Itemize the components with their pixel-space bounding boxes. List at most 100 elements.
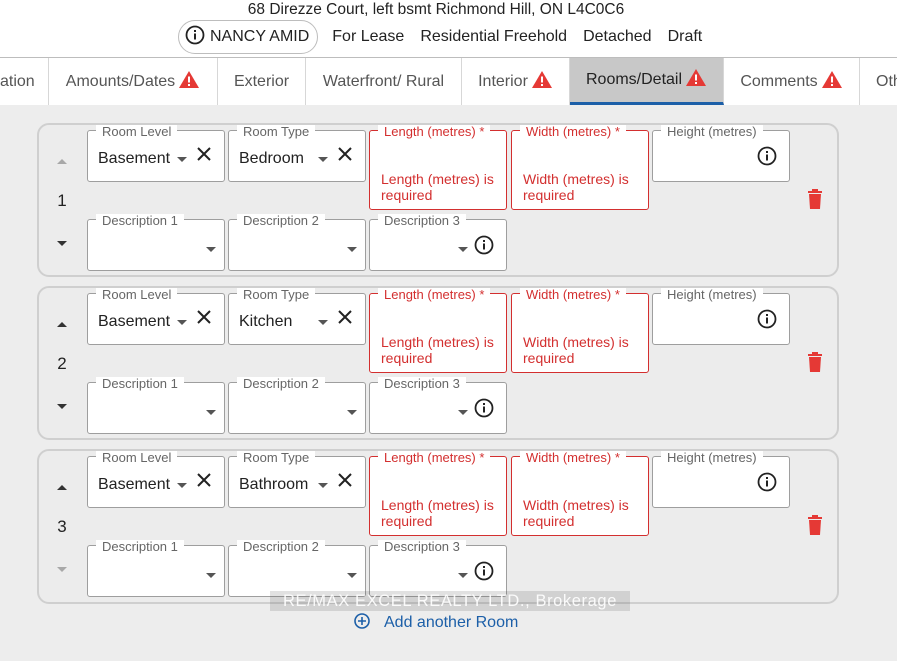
info-icon[interactable]: [757, 472, 777, 497]
width-input[interactable]: Width (metres) * Width (metres) is requi…: [511, 451, 649, 536]
add-room-button[interactable]: Add another Room: [354, 612, 518, 634]
description1-select[interactable]: Description 1: [87, 214, 225, 271]
brokerage-watermark: RE/MAX EXCEL REALTY LTD., Brokerage: [270, 591, 630, 611]
room-level-value: Basement: [98, 313, 171, 330]
clear-icon[interactable]: [337, 472, 353, 493]
info-icon[interactable]: [474, 561, 494, 586]
tab-exterior[interactable]: Exterior: [218, 58, 306, 105]
length-input[interactable]: Length (metres) * Length (metres) is req…: [369, 125, 507, 210]
room-card: 1 Room Level Basement Room Type Bedroom …: [37, 123, 839, 277]
width-input[interactable]: Width (metres) * Width (metres) is requi…: [511, 288, 649, 373]
chevron-down-icon: [458, 573, 468, 578]
move-up-button[interactable]: [51, 479, 73, 495]
tab-waterfront-rural[interactable]: Waterfront/ Rural: [306, 58, 462, 105]
chevron-down-icon: [177, 483, 187, 488]
room-level-value: Basement: [98, 150, 171, 167]
description2-select[interactable]: Description 2: [228, 540, 366, 597]
move-up-button[interactable]: [51, 316, 73, 332]
warning-icon: [821, 70, 843, 94]
section-tabs: ation Amounts/Dates Exterior Waterfront/…: [0, 57, 897, 105]
tab-other[interactable]: Oth: [860, 58, 897, 105]
add-room-label: Add another Room: [384, 614, 519, 631]
delete-icon[interactable]: [807, 189, 823, 214]
description2-select[interactable]: Description 2: [228, 377, 366, 434]
chevron-down-icon: [318, 320, 328, 325]
description1-select[interactable]: Description 1: [87, 377, 225, 434]
room-number: 3: [57, 517, 67, 536]
length-error: Length (metres) is required: [381, 171, 494, 203]
room-number: 1: [57, 191, 67, 210]
chevron-down-icon: [347, 410, 357, 415]
move-down-button[interactable]: [51, 398, 73, 414]
listing-transaction: For Lease: [332, 28, 405, 45]
listing-meta: NANCY AMID For Lease Residential Freehol…: [178, 20, 718, 54]
room-card: 3 Room Level Basement Room Type Bathroom…: [37, 449, 839, 604]
description3-select[interactable]: Description 3: [369, 377, 507, 434]
length-input[interactable]: Length (metres) * Length (metres) is req…: [369, 288, 507, 373]
clear-icon[interactable]: [337, 309, 353, 330]
info-icon[interactable]: [474, 235, 494, 260]
chevron-down-icon: [347, 573, 357, 578]
tab-interior[interactable]: Interior: [462, 58, 570, 105]
warning-icon: [531, 70, 553, 94]
chevron-down-icon: [318, 483, 328, 488]
room-type-value: Kitchen: [239, 313, 293, 330]
chevron-down-icon: [318, 157, 328, 162]
room-level-value: Basement: [98, 476, 171, 493]
width-input[interactable]: Width (metres) * Width (metres) is requi…: [511, 125, 649, 210]
description3-select[interactable]: Description 3: [369, 214, 507, 271]
clear-icon[interactable]: [337, 146, 353, 167]
chevron-down-icon: [177, 157, 187, 162]
delete-icon[interactable]: [807, 352, 823, 377]
clear-icon[interactable]: [196, 146, 212, 167]
length-error: Length (metres) is required: [381, 334, 494, 366]
chevron-down-icon: [206, 247, 216, 252]
room-type-select[interactable]: Room Type Bathroom: [228, 451, 366, 508]
room-level-select[interactable]: Room Level Basement: [87, 125, 225, 182]
width-error: Width (metres) is required: [523, 171, 629, 203]
chevron-down-icon: [458, 247, 468, 252]
room-number: 2: [57, 354, 67, 373]
description3-select[interactable]: Description 3: [369, 540, 507, 597]
agent-name: NANCY AMID: [210, 28, 310, 45]
chevron-down-icon: [206, 573, 216, 578]
chevron-down-icon: [347, 247, 357, 252]
description1-select[interactable]: Description 1: [87, 540, 225, 597]
info-icon[interactable]: [757, 309, 777, 334]
room-type-select[interactable]: Room Type Bedroom: [228, 125, 366, 182]
move-down-button[interactable]: [51, 235, 73, 251]
listing-class: Residential Freehold: [420, 28, 568, 45]
length-error: Length (metres) is required: [381, 497, 494, 529]
height-input[interactable]: Height (metres): [652, 125, 790, 182]
info-icon: [185, 25, 205, 50]
listing-address: 68 Direzze Court, left bsmt Richmond Hil…: [247, 1, 625, 18]
room-level-select[interactable]: Room Level Basement: [87, 451, 225, 508]
listing-style: Detached: [583, 28, 652, 45]
length-input[interactable]: Length (metres) * Length (metres) is req…: [369, 451, 507, 536]
room-type-select[interactable]: Room Type Kitchen: [228, 288, 366, 345]
agent-chip[interactable]: NANCY AMID: [178, 20, 319, 54]
delete-icon[interactable]: [807, 515, 823, 540]
listing-status: Draft: [667, 28, 703, 45]
info-icon[interactable]: [474, 398, 494, 423]
chevron-down-icon: [458, 410, 468, 415]
warning-icon: [685, 68, 707, 92]
room-type-value: Bedroom: [239, 150, 304, 167]
move-down-button[interactable]: [51, 561, 73, 577]
clear-icon[interactable]: [196, 472, 212, 493]
listing-header: 68 Direzze Court, left bsmt Richmond Hil…: [0, 0, 897, 57]
tab-amounts-dates[interactable]: Amounts/Dates: [49, 58, 218, 105]
tab-location[interactable]: ation: [0, 58, 49, 105]
clear-icon[interactable]: [196, 309, 212, 330]
height-input[interactable]: Height (metres): [652, 288, 790, 345]
width-error: Width (metres) is required: [523, 334, 629, 366]
height-input[interactable]: Height (metres): [652, 451, 790, 508]
description2-select[interactable]: Description 2: [228, 214, 366, 271]
tab-rooms-detail[interactable]: Rooms/Detail: [570, 58, 724, 105]
info-icon[interactable]: [757, 146, 777, 171]
chevron-down-icon: [177, 320, 187, 325]
move-up-button[interactable]: [51, 153, 73, 169]
tab-comments[interactable]: Comments: [724, 58, 860, 105]
room-level-select[interactable]: Room Level Basement: [87, 288, 225, 345]
warning-icon: [178, 70, 200, 94]
